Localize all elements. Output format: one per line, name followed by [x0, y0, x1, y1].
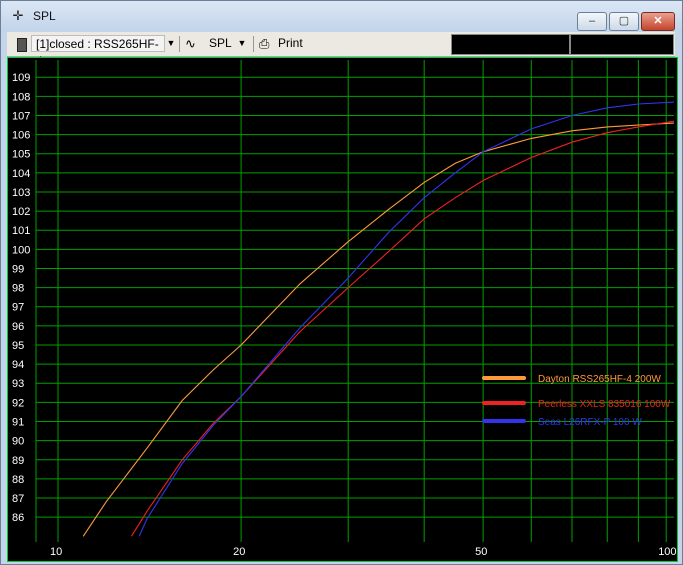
spl-chart-svg: 86 87 88 89 90 91 92 93 94 95 96 97 98 99 100 101 102 103… [12, 60, 677, 558]
minimize-button[interactable]: – [577, 12, 607, 31]
window-title: SPL [33, 9, 56, 23]
legend-label: Dayton RSS265HF-4 200W [538, 374, 661, 385]
y-tick-label: 97 [12, 302, 24, 314]
readout-box [451, 34, 570, 55]
y-tick-label: 90 [12, 436, 24, 448]
y-tick-label: 98 [12, 283, 24, 295]
printer-icon[interactable]: ⎙ [259, 35, 275, 52]
legend-label: Peerless XXLS 835016 100W [538, 399, 671, 410]
y-tick-label: 99 [12, 263, 24, 275]
y-tick-label: 107 [12, 110, 30, 122]
maximize-button[interactable]: ▢ [609, 12, 639, 31]
y-tick-label: 100 [12, 244, 30, 256]
y-tick-label: 88 [12, 474, 24, 486]
y-tick-label: 108 [12, 91, 30, 103]
x-tick-label: 20 [233, 546, 245, 558]
y-tick-label: 93 [12, 378, 24, 390]
waveform-icon: ∿ [185, 36, 196, 51]
y-tick-label: 94 [12, 359, 24, 371]
view-select[interactable]: SPL [209, 35, 232, 52]
y-tick-label: 104 [12, 168, 30, 180]
y-tick-label: 105 [12, 149, 30, 161]
y-tick-label: 86 [12, 512, 24, 524]
y-tick-label: 103 [12, 187, 30, 199]
chevron-down-icon[interactable]: ▼ [237, 35, 247, 52]
y-tick-label: 95 [12, 340, 24, 352]
spl-window: ✛ SPL – ▢ ✕ [1]closed : RSS265HF-4 ▼ ∿ S… [0, 0, 683, 565]
y-tick-label: 109 [12, 72, 30, 84]
series-line [138, 101, 675, 537]
driver-icon [17, 38, 27, 52]
print-button[interactable]: Print [278, 35, 303, 52]
readout-box [570, 34, 674, 55]
x-tick-label: 50 [475, 546, 487, 558]
y-tick-label: 92 [12, 397, 24, 409]
x-tick-label: 10 [50, 546, 62, 558]
x-tick-label: 100 [658, 546, 676, 558]
y-tick-label: 102 [12, 206, 30, 218]
y-tick-label: 89 [12, 455, 24, 467]
y-tick-label: 87 [12, 493, 24, 505]
y-tick-label: 96 [12, 321, 24, 333]
toolbar: [1]closed : RSS265HF-4 ▼ ∿ SPL ▼ ⎙ Print [7, 32, 675, 68]
crosshair-icon: ✛ [12, 8, 24, 23]
legend-label: Seas L26RFX-P 100 W [538, 417, 642, 428]
driver-select[interactable]: [1]closed : RSS265HF-4 [31, 35, 165, 68]
y-tick-label: 106 [12, 130, 30, 142]
series-line [130, 120, 675, 537]
title-bar[interactable]: ✛ SPL – ▢ ✕ [1, 1, 682, 31]
chevron-down-icon[interactable]: ▼ [165, 35, 177, 52]
close-button[interactable]: ✕ [641, 12, 675, 31]
toolbar-divider [179, 36, 180, 52]
y-tick-label: 91 [12, 417, 24, 429]
toolbar-divider [253, 36, 254, 52]
y-tick-label: 101 [12, 225, 30, 237]
spl-chart[interactable]: 86 87 88 89 90 91 92 93 94 95 96 97 98 99 100 101 102 103… [7, 57, 678, 562]
